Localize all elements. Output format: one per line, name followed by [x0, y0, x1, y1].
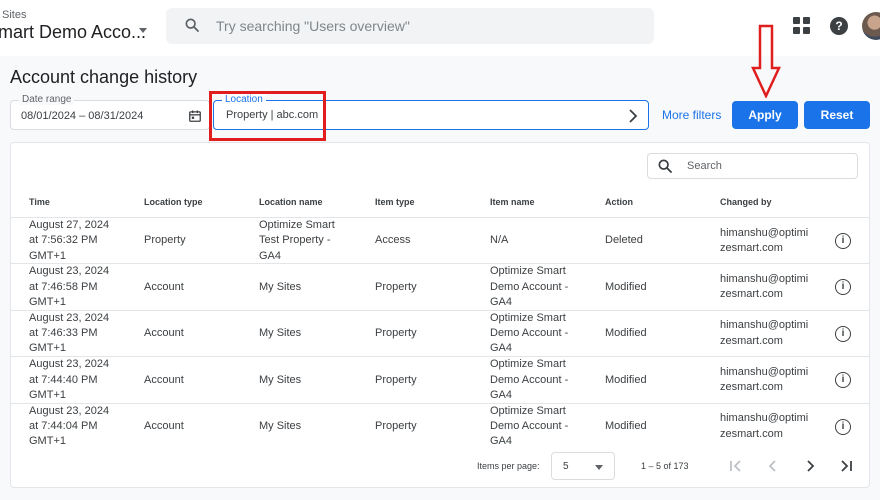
change-history-table: Search Time Location type Location name …: [10, 142, 870, 488]
more-filters-link[interactable]: More filters: [662, 108, 721, 122]
location-name-cell: My Sites: [259, 280, 302, 293]
items-per-page-label: Items per page:: [477, 461, 540, 471]
table-row: August 23, 2024 at 7:46:58 PM GMT+1 Account…: [11, 263, 869, 309]
date-range-value: 08/01/2024 – 08/31/2024: [21, 110, 144, 122]
location-type-cell: Account: [144, 280, 184, 293]
table-row: August 27, 2024 at 7:56:32 PM GMT+1 Propert…: [11, 217, 869, 263]
column-header-item-name[interactable]: Item name: [490, 197, 535, 207]
info-icon[interactable]: i: [835, 325, 851, 342]
search-icon: [658, 159, 672, 173]
next-page-icon[interactable]: [803, 459, 817, 473]
search-icon: [185, 18, 199, 32]
first-page-icon[interactable]: [729, 459, 743, 473]
column-header-item-type[interactable]: Item type: [375, 197, 415, 207]
account-selector[interactable]: mart Demo Acco...: [0, 22, 146, 43]
highlight-box: [209, 91, 326, 141]
global-search-input[interactable]: Try searching "Users overview": [166, 8, 654, 44]
action-cell: Modified: [605, 373, 647, 386]
location-name-cell: My Sites: [259, 419, 302, 432]
location-name-cell: Optimize Smart Test Property - GA4: [259, 219, 335, 262]
date-range-label: Date range: [19, 94, 75, 105]
date-range-field[interactable]: Date range 08/01/2024 – 08/31/2024: [10, 94, 210, 130]
chevron-right-icon: [629, 109, 638, 123]
annotation-arrow: [751, 24, 781, 98]
column-header-time[interactable]: Time: [29, 197, 50, 207]
column-header-changed-by[interactable]: Changed by: [720, 197, 772, 207]
pagination-range: 1 – 5 of 173: [641, 461, 689, 471]
changed-by-cell: himanshu@optimi zesmart.com: [720, 412, 809, 440]
location-name-cell: My Sites: [259, 373, 302, 386]
changed-by-cell: himanshu@optimi zesmart.com: [720, 319, 809, 347]
help-icon[interactable]: ?: [830, 17, 848, 35]
time-cell: August 27, 2024 at 7:56:32 PM GMT+1: [29, 219, 110, 262]
item-name-cell: Optimize Smart Demo Account - GA4: [490, 404, 569, 448]
column-header-location-name[interactable]: Location name: [259, 197, 323, 207]
column-header-action[interactable]: Action: [605, 197, 633, 207]
item-name-cell: Optimize Smart Demo Account - GA4: [490, 358, 569, 401]
location-type-cell: Account: [144, 373, 184, 386]
info-icon[interactable]: i: [835, 418, 851, 435]
item-type-cell: Property: [375, 327, 417, 340]
items-per-page-select[interactable]: 5: [551, 452, 615, 480]
location-type-cell: Account: [144, 419, 184, 432]
item-name-cell: Optimize Smart Demo Account - GA4: [490, 311, 569, 355]
page-title: Account change history: [10, 67, 198, 87]
changed-by-cell: himanshu@optimi zesmart.com: [720, 365, 809, 394]
table-search-placeholder: Search: [687, 160, 722, 172]
table-search-input[interactable]: Search: [647, 153, 858, 179]
time-cell: August 23, 2024 at 7:44:04 PM GMT+1: [29, 404, 110, 448]
info-icon[interactable]: i: [835, 372, 851, 389]
table-row: August 23, 2024 at 7:44:04 PM GMT+1 Account…: [11, 402, 869, 449]
changed-by-cell: himanshu@optimi zesmart.com: [720, 273, 809, 301]
action-cell: Modified: [605, 419, 647, 432]
location-type-cell: Account: [144, 327, 184, 340]
last-page-icon[interactable]: [839, 459, 853, 473]
item-name-cell: Optimize Smart Demo Account - GA4: [490, 265, 569, 309]
info-icon[interactable]: i: [835, 279, 851, 296]
chevron-down-icon[interactable]: [139, 28, 147, 33]
calendar-icon[interactable]: [188, 109, 202, 123]
item-name-cell: N/A: [490, 234, 509, 247]
action-cell: Modified: [605, 327, 647, 340]
table-row: August 23, 2024 at 7:44:40 PM GMT+1 Account…: [11, 356, 869, 402]
dropdown-arrow-icon: [595, 465, 603, 470]
reset-button[interactable]: Reset: [804, 101, 870, 129]
changed-by-cell: himanshu@optimi zesmart.com: [720, 226, 809, 254]
action-cell: Deleted: [605, 234, 643, 247]
action-cell: Modified: [605, 280, 647, 293]
item-type-cell: Property: [375, 419, 417, 432]
table-row: August 23, 2024 at 7:46:33 PM GMT+1 Account…: [11, 309, 869, 356]
time-cell: August 23, 2024 at 7:44:40 PM GMT+1: [29, 358, 110, 401]
top-bar: Sites mart Demo Acco... Try searching "U…: [0, 0, 880, 56]
item-type-cell: Property: [375, 373, 417, 386]
avatar[interactable]: [862, 12, 880, 40]
location-name-cell: My Sites: [259, 327, 302, 340]
item-type-cell: Property: [375, 280, 417, 293]
breadcrumb[interactable]: Sites: [2, 9, 26, 21]
info-icon[interactable]: i: [835, 233, 851, 249]
location-type-cell: Property: [144, 234, 186, 247]
previous-page-icon[interactable]: [766, 459, 780, 473]
time-cell: August 23, 2024 at 7:46:33 PM GMT+1: [29, 311, 110, 355]
items-per-page-value: 5: [563, 461, 569, 472]
apps-grid-icon[interactable]: [793, 17, 811, 35]
column-header-location-type[interactable]: Location type: [144, 197, 203, 207]
apply-button[interactable]: Apply: [732, 101, 798, 129]
time-cell: August 23, 2024 at 7:46:58 PM GMT+1: [29, 265, 110, 309]
search-placeholder: Try searching "Users overview": [216, 18, 410, 34]
item-type-cell: Access: [375, 234, 411, 247]
